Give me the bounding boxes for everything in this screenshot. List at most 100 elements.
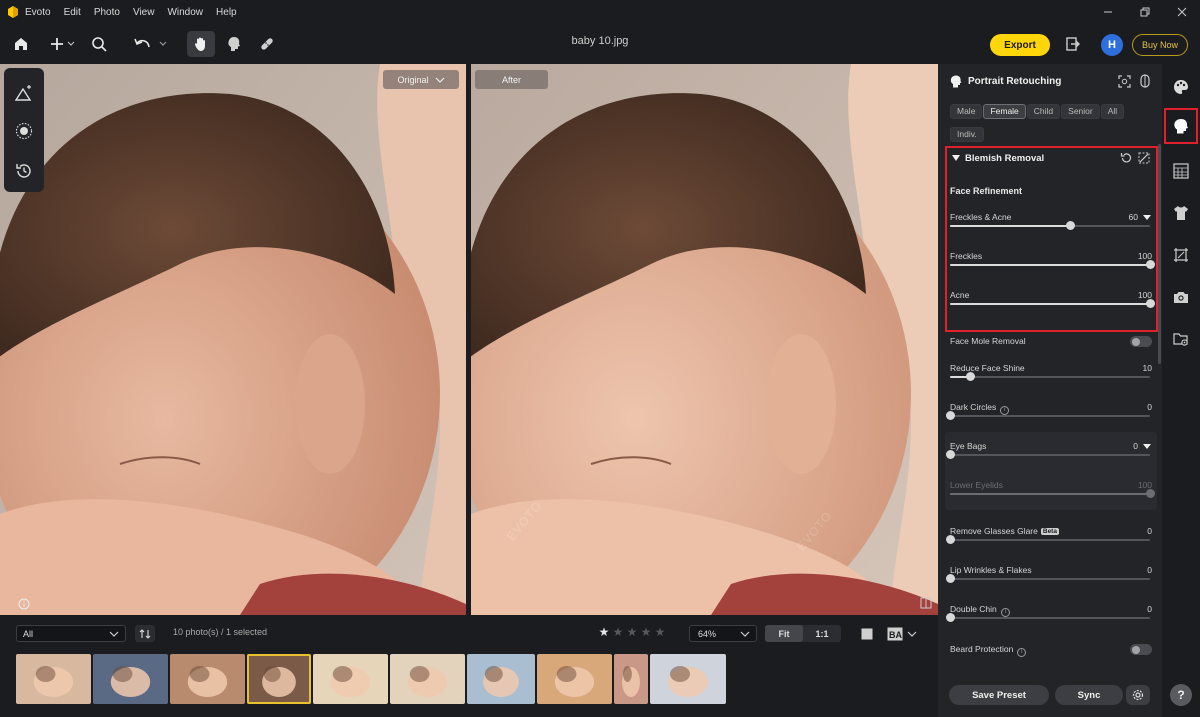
slider-value[interactable]: 0 (1147, 526, 1152, 536)
mask-tool-button[interactable] (13, 120, 35, 142)
background-button[interactable] (1172, 162, 1190, 180)
chip-senior[interactable]: Senior (1061, 104, 1100, 119)
thumb-6[interactable] (390, 654, 465, 704)
slider-knob[interactable] (1146, 489, 1155, 498)
info-icon[interactable]: i (1000, 608, 1010, 617)
star-icon[interactable]: ★ (625, 625, 639, 639)
beard-protection-toggle[interactable] (1130, 644, 1152, 655)
thumb-3[interactable] (170, 654, 245, 704)
slider-value[interactable]: 60 (1129, 212, 1138, 222)
save-preset-button[interactable]: Save Preset (949, 685, 1049, 705)
face-select-icon[interactable] (1118, 75, 1131, 88)
slider-track[interactable] (946, 535, 1150, 544)
face-mole-removal-toggle[interactable] (1130, 336, 1152, 347)
chip-child[interactable]: Child (1026, 104, 1061, 119)
star-icon[interactable]: ★ (653, 625, 667, 639)
slider-value[interactable]: 0 (1147, 604, 1152, 614)
menu-window[interactable]: Window (167, 7, 203, 18)
panel-scrollbar[interactable] (1158, 144, 1161, 364)
compare-view-icon[interactable] (920, 597, 932, 609)
slider-track[interactable] (950, 299, 1155, 308)
menu-help[interactable]: Help (216, 7, 237, 18)
slider-knob[interactable] (946, 535, 955, 544)
sort-button[interactable] (135, 625, 155, 642)
thumb-8[interactable] (537, 654, 612, 704)
face-tool-button[interactable] (220, 31, 248, 57)
help-button[interactable]: ? (1170, 684, 1192, 706)
clothing-button[interactable] (1172, 204, 1190, 222)
slider-knob[interactable] (946, 613, 955, 622)
star-icon[interactable]: ★ (611, 625, 625, 639)
slider-track[interactable] (950, 372, 1150, 381)
slider-value[interactable]: 0 (1147, 565, 1152, 575)
slider-value[interactable]: 0 (1133, 441, 1138, 451)
camera-button[interactable] (1172, 288, 1190, 306)
info-icon[interactable] (18, 598, 30, 610)
info-icon[interactable]: i (1017, 648, 1027, 657)
adjust-tool-button[interactable] (13, 82, 35, 104)
thumb-5[interactable] (313, 654, 388, 704)
sync-settings-button[interactable] (1126, 685, 1150, 705)
star-icon[interactable]: ★ (639, 625, 653, 639)
dropdown-triangle-icon[interactable] (1143, 214, 1151, 221)
menu-view[interactable]: View (133, 7, 155, 18)
rating-stars[interactable]: ★ ★ ★ ★ ★ (597, 625, 667, 639)
slider-track[interactable] (946, 574, 1150, 583)
zoom-dropdown[interactable]: 64% (689, 625, 757, 642)
sync-button[interactable]: Sync (1055, 685, 1123, 705)
thumb-1[interactable] (16, 654, 91, 704)
dropdown-triangle-icon[interactable] (1143, 443, 1151, 450)
close-button[interactable] (1163, 0, 1200, 24)
slider-knob[interactable] (1146, 260, 1155, 269)
minimize-button[interactable] (1089, 0, 1126, 24)
home-button[interactable] (7, 31, 35, 57)
thumb-9[interactable] (614, 654, 648, 704)
export-button[interactable]: Export (990, 34, 1050, 56)
info-icon[interactable]: i (1000, 406, 1010, 415)
exit-button[interactable] (1059, 31, 1087, 57)
original-dropdown[interactable]: Original (383, 70, 459, 89)
slider-knob[interactable] (1066, 221, 1075, 230)
single-view-icon[interactable] (861, 628, 873, 640)
fit-button[interactable]: Fit (765, 625, 803, 642)
color-palette-button[interactable] (1172, 78, 1190, 96)
add-button[interactable] (44, 31, 80, 57)
thumb-4[interactable] (247, 654, 311, 704)
menu-evoto[interactable]: Evoto (25, 7, 51, 18)
slider-knob[interactable] (946, 411, 955, 420)
filter-dropdown[interactable]: All (16, 625, 126, 642)
slider-track[interactable] (946, 613, 1150, 622)
slider-value[interactable]: 10 (1143, 363, 1152, 373)
search-button[interactable] (85, 31, 113, 57)
one-to-one-button[interactable]: 1:1 (803, 625, 841, 642)
thumb-2[interactable] (93, 654, 168, 704)
chip-male[interactable]: Male (950, 104, 983, 119)
buy-now-button[interactable]: Buy Now (1132, 34, 1188, 56)
slider-track[interactable] (950, 260, 1155, 269)
slider-track[interactable] (950, 489, 1155, 498)
thumb-10[interactable] (650, 654, 726, 704)
restore-button[interactable] (1126, 0, 1163, 24)
menu-photo[interactable]: Photo (94, 7, 120, 18)
slider-knob[interactable] (966, 372, 975, 381)
slider-track[interactable] (946, 450, 1150, 459)
thumb-7[interactable] (467, 654, 535, 704)
chip-all[interactable]: All (1100, 104, 1125, 119)
slider-knob[interactable] (1146, 299, 1155, 308)
undo-button[interactable] (131, 31, 171, 57)
slider-knob[interactable] (946, 450, 955, 459)
portrait-retouching-button[interactable] (1172, 117, 1190, 135)
crop-button[interactable] (1172, 246, 1190, 264)
history-button[interactable] (13, 160, 35, 182)
chip-indiv[interactable]: Indiv. (950, 127, 984, 142)
star-icon[interactable]: ★ (597, 625, 611, 639)
slider-knob[interactable] (946, 574, 955, 583)
user-avatar[interactable]: H (1101, 34, 1123, 56)
chip-female[interactable]: Female (983, 104, 1026, 119)
folder-settings-button[interactable] (1172, 330, 1190, 348)
mirror-compare-icon[interactable] (1139, 74, 1151, 88)
hand-tool-button[interactable] (187, 31, 215, 57)
compare-mode-button[interactable]: BA (887, 625, 919, 642)
photo-canvas[interactable]: EVOTO EVOTO Original After (0, 64, 938, 615)
bandage-tool-button[interactable] (253, 31, 281, 57)
